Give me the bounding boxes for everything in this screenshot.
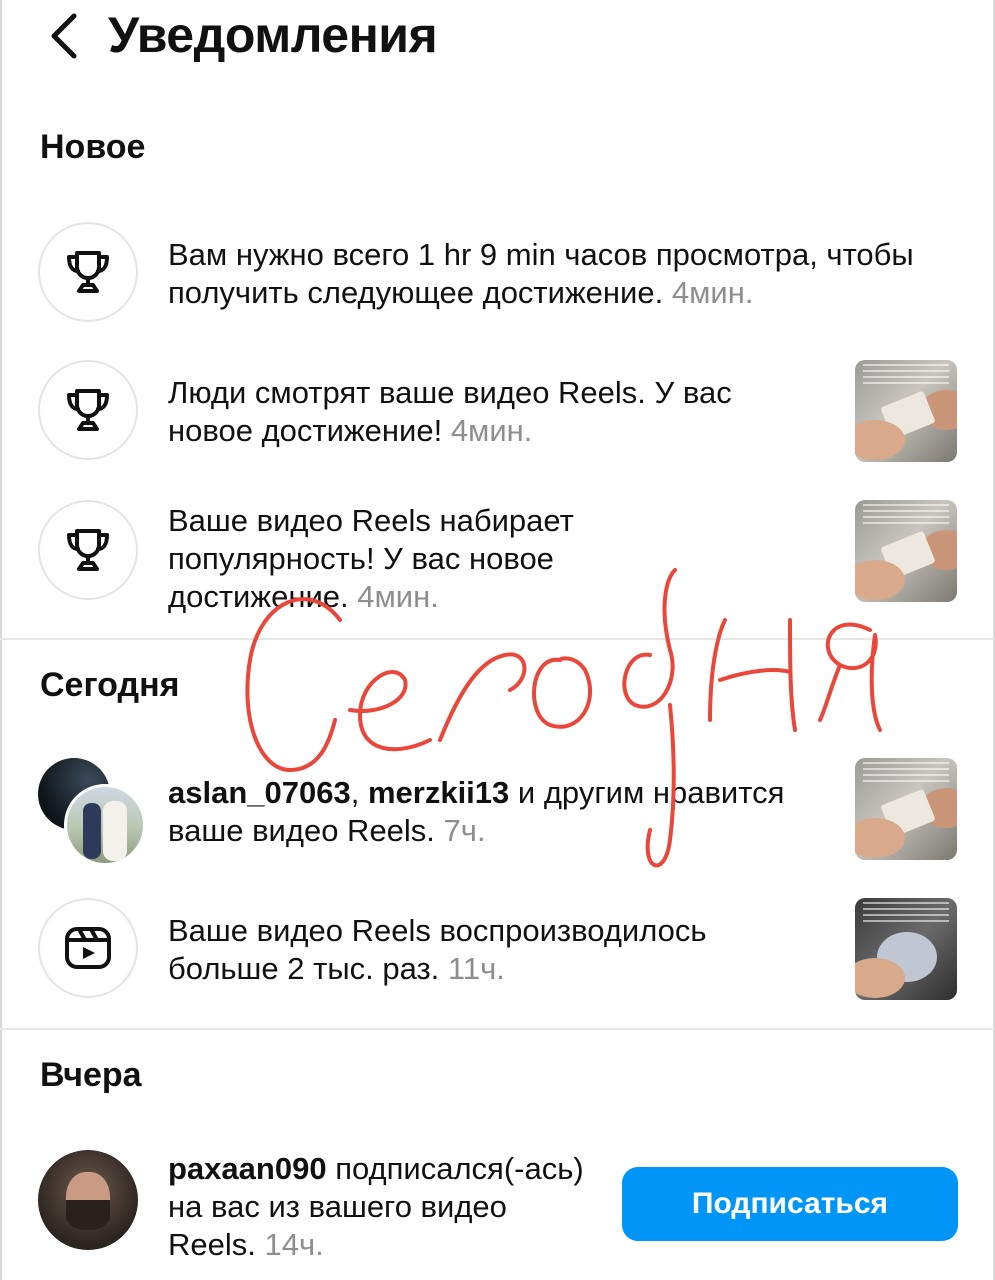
back-button[interactable]	[40, 8, 90, 64]
header: Уведомления	[0, 0, 995, 80]
chevron-left-icon	[51, 13, 77, 59]
trophy-icon	[38, 360, 138, 460]
username: merzkii13	[367, 775, 510, 810]
left-edge	[0, 0, 2, 1280]
reels-thumbnail[interactable]	[855, 500, 957, 602]
username: paxaan090	[168, 1151, 327, 1186]
section-title-today: Сегодня	[40, 666, 180, 704]
notification-time: 11ч.	[447, 951, 505, 986]
reels-thumbnail[interactable]	[855, 758, 957, 860]
notification-text: Ваше видео Reels воспроизводилось больше…	[168, 913, 707, 986]
notification-time: 14ч.	[264, 1227, 324, 1262]
follow-button[interactable]: Подписаться	[622, 1167, 958, 1241]
reels-thumbnail[interactable]	[855, 898, 957, 1000]
notification-time: 4мин.	[671, 275, 754, 310]
username: aslan_07063	[168, 775, 351, 810]
trophy-icon	[38, 500, 138, 600]
section-title-yesterday: Вчера	[40, 1056, 142, 1094]
notification-time: 4мин.	[450, 413, 533, 448]
notification-text: Люди смотрят ваше видео Reels. У вас нов…	[168, 375, 732, 448]
reels-icon	[38, 898, 138, 998]
reels-thumbnail[interactable]	[855, 360, 957, 462]
section-title-new: Новое	[40, 128, 146, 166]
section-divider	[0, 638, 995, 640]
notification-text: Ваше видео Reels набирает популярность! …	[168, 503, 574, 614]
notification-time: 7ч.	[443, 813, 486, 848]
notification-time: 4мин.	[357, 579, 439, 614]
avatar-group[interactable]	[38, 758, 146, 866]
notification-text: paxaan090 подписался(-ась) на вас из ваш…	[168, 1151, 584, 1262]
notification-text: aslan_07063, merzkii13 и другим нравится…	[168, 775, 785, 848]
trophy-icon	[38, 222, 138, 322]
avatar	[64, 784, 146, 866]
page-title: Уведомления	[108, 7, 438, 63]
notification-text: Вам нужно всего 1 hr 9 min часов просмот…	[168, 237, 914, 310]
avatar[interactable]	[38, 1150, 138, 1250]
section-divider	[0, 1028, 995, 1030]
